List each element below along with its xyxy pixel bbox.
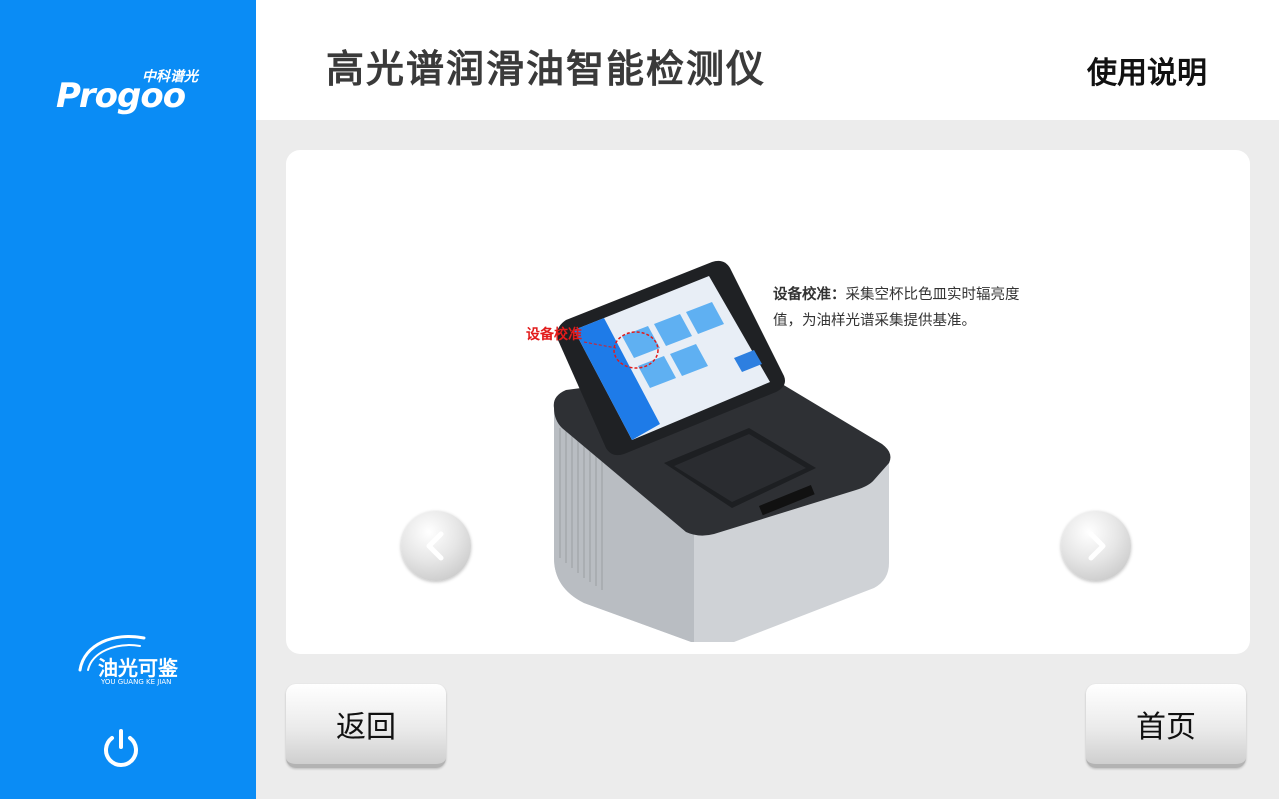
brand-cn-text: 油光可鉴: [98, 656, 178, 680]
instruction-slide: 设备校准 设备校准：采集空杯比色皿实时辐亮度值，为油样光谱采集提供基准。: [286, 150, 1250, 654]
chevron-left-icon: [426, 531, 444, 561]
desc-title: 设备校准：: [773, 287, 846, 303]
callout-label: 设备校准: [526, 327, 582, 343]
slide-description: 设备校准：采集空杯比色皿实时辐亮度值，为油样光谱采集提供基准。: [773, 282, 1023, 334]
prev-slide-button[interactable]: [401, 511, 471, 581]
logo-en-text: Progoo: [56, 76, 186, 116]
back-button[interactable]: 返回: [286, 684, 446, 768]
app-title: 高光谱润滑油智能检测仪: [326, 47, 767, 91]
power-icon: [104, 729, 138, 767]
next-slide-button[interactable]: [1061, 511, 1131, 581]
header: 高光谱润滑油智能检测仪 使用说明: [256, 0, 1279, 120]
chevron-right-icon: [1088, 531, 1106, 561]
home-button[interactable]: 首页: [1086, 684, 1246, 768]
page-title: 使用说明: [1087, 56, 1207, 91]
sidebar: 中科谱光 Progoo 油光可鉴 YOU GUANG KE JIAN: [0, 0, 256, 799]
progoo-logo: 中科谱光 Progoo: [56, 66, 198, 116]
power-button[interactable]: [99, 726, 143, 770]
youguang-brand-logo: 油光可鉴 YOU GUANG KE JIAN: [74, 630, 186, 690]
brand-en-text: YOU GUANG KE JIAN: [101, 678, 172, 686]
